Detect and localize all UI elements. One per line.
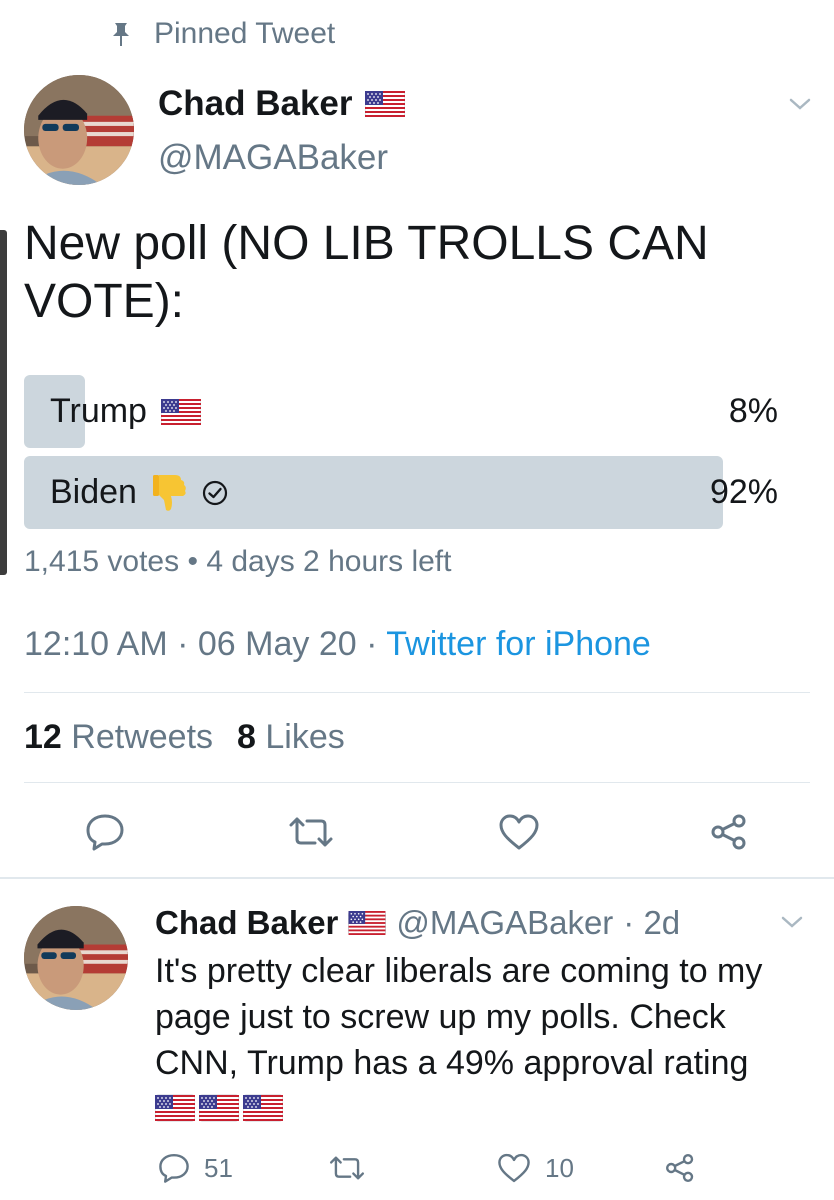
tweet-date: 06 May 20: [197, 625, 357, 663]
retweets-stat[interactable]: 12 Retweets: [24, 718, 213, 757]
tweet-client-link[interactable]: Twitter for iPhone: [386, 625, 651, 663]
us-flag-icon: [243, 1094, 283, 1122]
divider: [24, 782, 810, 783]
divider: [0, 877, 834, 879]
retweet-icon: [329, 1156, 365, 1180]
reply-retweet-button[interactable]: [328, 1154, 366, 1187]
separator: •: [187, 545, 198, 578]
us-flag-icon: [161, 399, 201, 425]
reply-author-name[interactable]: Chad Baker: [155, 904, 338, 942]
poll-option-text: Biden: [50, 473, 137, 511]
poll-meta: 1,415 votes • 4 days 2 hours left: [24, 545, 451, 579]
likes-count: 8: [237, 718, 256, 756]
share-icon: [666, 1154, 694, 1182]
tweet-timestamp: 12:10 AM · 06 May 20 · Twitter for iPhon…: [24, 625, 651, 664]
chevron-down-icon[interactable]: [780, 914, 804, 930]
poll-time-left: 4 days 2 hours left: [206, 545, 452, 578]
heart-icon: [499, 814, 539, 850]
share-button[interactable]: [706, 810, 752, 854]
author-name[interactable]: Chad Baker: [158, 84, 353, 124]
poll-option-text: Trump: [50, 392, 147, 430]
reply-text-line: CNN, Trump has a 49% approval rating: [155, 1044, 749, 1082]
reply-avatar[interactable]: [24, 906, 128, 1010]
retweet-button[interactable]: [283, 810, 339, 854]
reply-count: 51: [204, 1152, 233, 1183]
author-name-row[interactable]: Chad Baker: [158, 84, 405, 124]
like-count: 10: [545, 1152, 574, 1183]
reply-share-button[interactable]: [664, 1152, 696, 1189]
reply-text: It's pretty clear liberals are coming to…: [155, 948, 815, 1086]
chevron-down-icon[interactable]: [788, 96, 812, 112]
poll-votes: 1,415 votes: [24, 545, 180, 578]
share-icon: [711, 814, 746, 850]
thumbs-down-icon: [152, 474, 186, 511]
scrollbar[interactable]: [0, 230, 7, 575]
likes-stat[interactable]: 8 Likes: [237, 718, 345, 757]
poll-option-biden: Biden 92%: [24, 456, 784, 529]
reply-like-button[interactable]: 10: [497, 1152, 574, 1184]
us-flag-icon: [199, 1094, 239, 1122]
poll-option-trump: Trump 8%: [24, 375, 784, 448]
heart-icon: [498, 1153, 530, 1183]
pin-icon: [113, 23, 129, 46]
separator: ·: [366, 625, 378, 663]
reply-age: · 2d: [623, 904, 681, 941]
reply-button[interactable]: [80, 810, 130, 854]
pinned-indicator: Pinned Tweet: [110, 14, 335, 54]
reply-text-line: page just to screw up my polls. Check: [155, 998, 726, 1036]
like-button[interactable]: [494, 810, 544, 854]
reply-header: Chad Baker @MAGABaker · 2d: [155, 904, 680, 942]
tweet-stats: 12 Retweets 8 Likes: [24, 718, 345, 757]
checkmark-circle-icon: [202, 480, 228, 505]
tweet-text: New poll (NO LIB TROLLS CAN VOTE):: [24, 217, 709, 328]
tweet-time: 12:10 AM: [24, 625, 168, 663]
likes-label: Likes: [265, 718, 345, 756]
us-flag-icon: [155, 1094, 195, 1122]
us-flag-icon: [365, 91, 405, 117]
poll-option-percent: 8%: [728, 392, 778, 430]
separator: ·: [177, 625, 189, 663]
poll-option-percent: 92%: [709, 473, 778, 511]
reply-flags: [155, 1094, 283, 1122]
poll-option-label: Biden: [50, 456, 229, 529]
pinned-label: Pinned Tweet: [154, 17, 336, 50]
reply-icon: [86, 814, 124, 851]
reply-reply-button[interactable]: 51: [158, 1152, 233, 1184]
retweet-icon: [289, 817, 333, 847]
reply-icon: [159, 1154, 189, 1183]
reply-text-line: It's pretty clear liberals are coming to…: [155, 952, 763, 990]
avatar[interactable]: [24, 75, 134, 185]
author-handle[interactable]: @MAGABaker: [158, 138, 388, 178]
retweets-label: Retweets: [71, 718, 214, 756]
poll-option-label: Trump: [50, 375, 201, 448]
divider: [24, 692, 810, 693]
reply-author-handle[interactable]: @MAGABaker: [396, 904, 613, 942]
us-flag-icon: [348, 911, 386, 935]
retweets-count: 12: [24, 718, 62, 756]
